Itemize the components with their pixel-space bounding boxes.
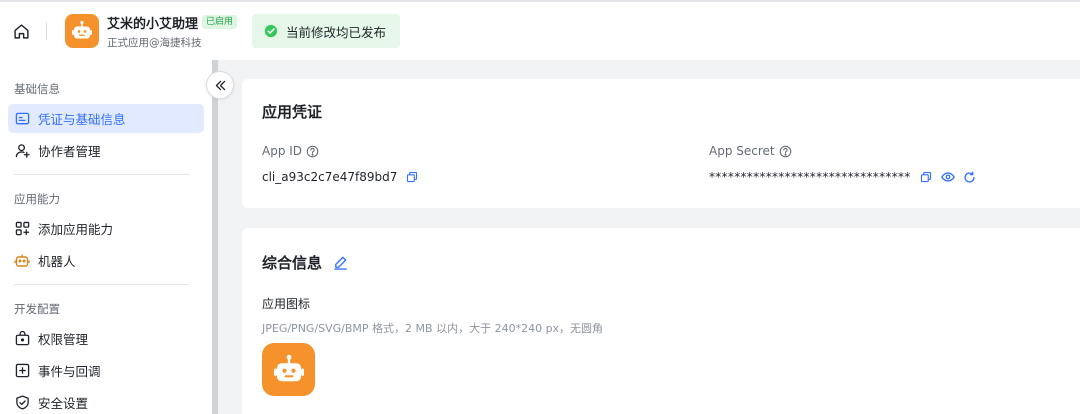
card-title: 应用凭证 [262,103,323,121]
app-id-label-row: App ID [262,144,319,158]
app-secret-value-row: ******************************** [709,170,977,184]
app-icon-label: 应用图标 [262,297,311,311]
sidebar-item-security[interactable]: 安全设置 [8,388,204,414]
app-subtitle: 正式应用@海捷科技 [107,36,202,49]
reset-secret-button[interactable] [963,170,977,184]
sidebar-item-label: 权限管理 [38,332,89,347]
app-name: 艾米的小艾助理 [107,16,199,32]
sidebar-divider [14,174,190,175]
general-info-card: 综合信息 应用图标 JPEG/PNG/SVG/BMP 格式，2 MB 以内，大于… [242,228,1080,414]
plus-square-icon [14,363,30,379]
lock-box-icon [14,331,30,347]
header-divider [46,22,47,40]
double-chevron-left-icon [215,80,225,90]
sidebar-item-robot[interactable]: 机器人 [8,246,204,275]
publish-status-banner: 当前修改均已发布 [252,14,401,48]
check-circle-icon [264,24,278,38]
app-secret-label-row: App Secret [709,144,792,158]
sidebar-item-label: 凭证与基础信息 [38,112,126,127]
robot-icon [14,253,30,269]
sidebar-item-credentials[interactable]: 凭证与基础信息 [8,104,204,133]
copy-icon [407,171,418,183]
sidebar-item-label: 机器人 [38,254,76,269]
collapse-sidebar-button[interactable] [206,71,234,99]
apps-grid-icon [14,221,30,237]
sidebar-item-label: 添加应用能力 [38,222,114,237]
robot-icon [72,20,92,39]
sidebar-item-events[interactable]: 事件与回调 [8,356,204,385]
credentials-card: 应用凭证 App ID cli_a93c2c7e47f89bd7 App Sec… [242,79,1080,208]
top-header: 艾米的小艾助理 已启用 正式应用@海捷科技 当前修改均已发布 [0,0,1080,60]
help-circle-icon[interactable] [779,145,792,158]
general-title-row: 综合信息 [262,252,348,273]
sidebar-item-add-capability[interactable]: 添加应用能力 [8,214,204,243]
home-icon [13,23,29,39]
app-meta: 艾米的小艾助理 已启用 正式应用@海捷科技 [107,13,238,50]
eye-icon [940,172,955,182]
edit-general-info-button[interactable] [332,255,348,271]
group-title-dev-config: 开发配置 [14,302,60,316]
app-id-value[interactable]: cli_a93c2c7e47f89bd7 [262,170,397,184]
sidebar-item-label: 事件与回调 [38,364,101,379]
app-avatar[interactable] [65,14,99,48]
app-id-value-row: cli_a93c2c7e47f89bd7 [262,170,419,184]
copy-icon [920,171,931,183]
edit-pencil-icon [333,256,347,270]
status-badge: 已启用 [202,15,238,29]
app-secret-label: App Secret [709,144,775,158]
app-icon-hint: JPEG/PNG/SVG/BMP 格式，2 MB 以内，大于 240*240 p… [262,322,604,335]
publish-status-text: 当前修改均已发布 [286,24,387,40]
group-title-capabilities: 应用能力 [14,192,60,206]
id-card-icon [14,111,30,127]
app-name-row: 艾米的小艾助理 已启用 [107,13,238,32]
show-secret-button[interactable] [940,170,955,184]
sidebar-item-label: 协作者管理 [38,144,101,159]
shield-icon [14,395,30,411]
user-add-icon [14,143,30,159]
robot-icon [273,354,304,381]
sidebar-item-permissions[interactable]: 权限管理 [8,324,204,353]
sidebar-scrollbar[interactable] [212,60,218,414]
app-icon-upload[interactable] [262,343,315,396]
sidebar: 基础信息 凭证与基础信息 协作者管理 应用能力 添加应用能力 机器人 开发配置 … [0,60,212,414]
sidebar-item-collaborators[interactable]: 协作者管理 [8,136,204,165]
app-id-label: App ID [262,144,303,158]
refresh-icon [964,171,975,183]
sidebar-divider [14,284,190,285]
card-title: 综合信息 [262,254,323,272]
home-button[interactable] [11,21,31,41]
copy-app-secret-button[interactable] [919,170,933,184]
help-circle-icon[interactable] [306,145,319,158]
sidebar-item-label: 安全设置 [38,396,89,411]
group-title-basic: 基础信息 [14,82,60,96]
copy-app-id-button[interactable] [405,170,419,184]
app-secret-value: ******************************** [709,170,911,184]
